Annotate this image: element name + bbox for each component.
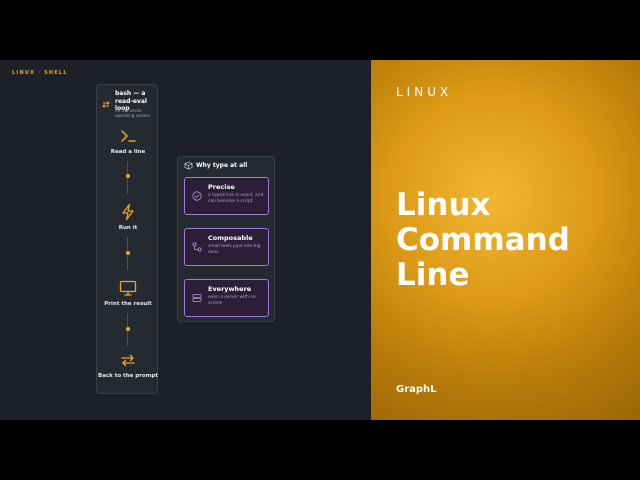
lightning-icon <box>122 203 134 221</box>
card-desc: even a server with no screen <box>208 295 256 306</box>
left-panel: LINUX · SHELL bash — a read-eval loop fo… <box>0 60 371 420</box>
step-run-it: Run it <box>97 203 159 232</box>
connector-dot <box>125 174 130 178</box>
cube-icon <box>184 161 193 170</box>
card-everywhere: Everywhere even a server with no screen <box>184 279 269 317</box>
step-back-to-the-prompt: Back to the prompt <box>97 351 159 380</box>
card-title: Precise <box>208 183 235 191</box>
check-circle-icon <box>192 191 202 201</box>
connector-dot <box>125 327 130 331</box>
brand-name: GraphL <box>396 384 437 395</box>
hero-top-label: LINUX <box>396 85 453 99</box>
monitor-icon <box>119 280 137 296</box>
slide-frame: LINUX · SHELL bash — a read-eval loop fo… <box>0 60 640 420</box>
why-title: Why type at all <box>196 162 248 169</box>
loop-subtitle: for the whole operating system <box>115 108 151 118</box>
hero-title-line: Linux <box>396 187 491 223</box>
card-title: Everywhere <box>208 285 252 293</box>
pipe-nodes-icon <box>192 242 202 252</box>
hero-title-line: Line <box>396 257 470 293</box>
step-print-the-result: Print the result <box>97 279 159 308</box>
server-icon <box>192 294 202 302</box>
read-eval-loop-card: bash — a read-eval loop for the whole op… <box>96 84 158 394</box>
why-type-panel: Why type at all Precise a typed line is … <box>177 156 275 322</box>
hero-panel: LINUX Linux Command Line GraphL <box>371 60 640 420</box>
step-label: Run it <box>118 225 138 231</box>
card-title: Composable <box>208 234 253 242</box>
card-desc: a typed line is exact, and can become a … <box>208 193 264 204</box>
step-label: Back to the prompt <box>98 373 158 379</box>
step-label: Read a line <box>110 149 146 155</box>
card-precise: Precise a typed line is exact, and can b… <box>184 177 269 215</box>
section-kicker: LINUX · SHELL <box>12 70 68 76</box>
card-composable: Composable small tools pipe into big one… <box>184 228 269 266</box>
hero-title-line: Command <box>396 222 570 258</box>
step-label: Print the result <box>104 301 152 307</box>
card-desc: small tools pipe into big ones <box>208 244 261 255</box>
step-read-a-line: Read a line <box>97 127 159 156</box>
terminal-prompt-icon <box>121 130 136 142</box>
hero-title: Linux Command Line <box>396 188 626 293</box>
cycle-arrows-icon <box>121 354 135 367</box>
connector-dot <box>125 251 130 255</box>
loop-arrows-icon <box>102 101 110 108</box>
